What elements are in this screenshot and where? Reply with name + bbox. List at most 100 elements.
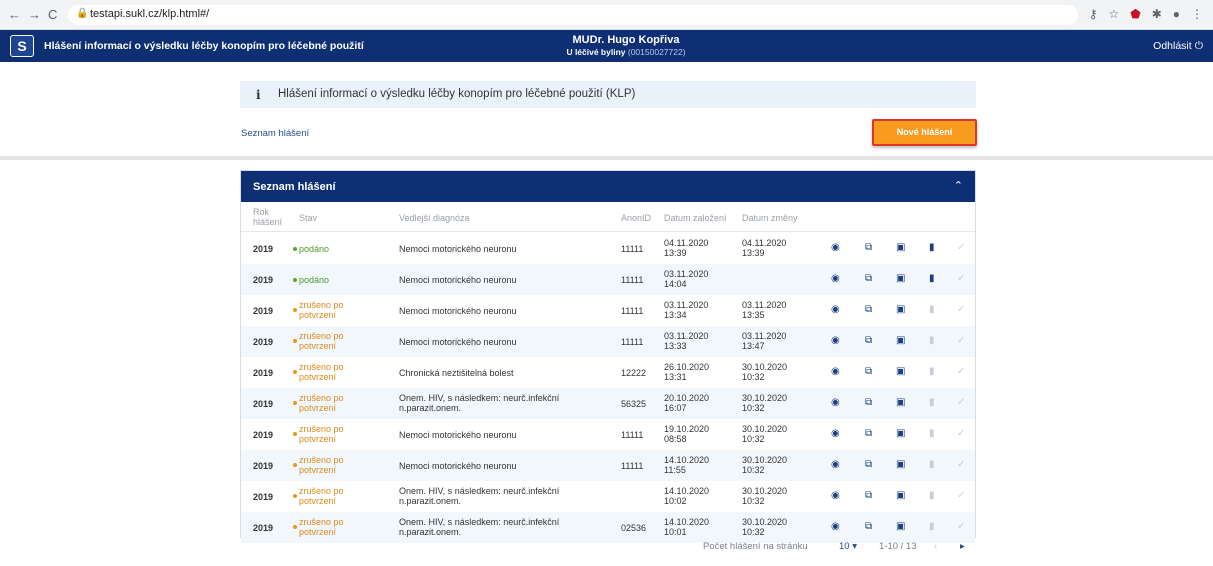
created-time: 16:07 bbox=[664, 403, 687, 413]
breadcrumb[interactable]: Seznam hlášení bbox=[241, 128, 309, 139]
copy-icon[interactable]: ⧉ bbox=[865, 335, 872, 347]
shield-extension-icon[interactable]: ⬟ bbox=[1130, 7, 1140, 21]
menu-icon[interactable]: ⋮ bbox=[1191, 7, 1203, 21]
cell-created: 14.10.2020 10:01 bbox=[664, 517, 734, 537]
column-header-anonid[interactable]: AnonID bbox=[621, 213, 651, 223]
eye-icon[interactable]: ◉ bbox=[831, 335, 840, 347]
save-icon[interactable]: ▣ bbox=[896, 335, 905, 347]
column-header-status[interactable]: Stav bbox=[299, 213, 317, 223]
created-time: 11:55 bbox=[664, 465, 686, 475]
status-dot-icon bbox=[293, 432, 297, 436]
cell-changed: 30.10.2020 10:32 bbox=[742, 486, 812, 506]
star-icon[interactable]: ☆ bbox=[1108, 7, 1119, 21]
status-dot-icon bbox=[293, 247, 297, 251]
table-row[interactable]: 2019 podáno Nemoci motorického neuronu 1111… bbox=[241, 233, 975, 264]
table-row[interactable]: 2019 zrušeno po potvrzení Nemoci motorickéh… bbox=[241, 326, 975, 357]
copy-icon[interactable]: ⧉ bbox=[865, 428, 872, 440]
cell-year: 2019 bbox=[253, 399, 274, 409]
save-icon[interactable]: ▣ bbox=[896, 242, 905, 254]
copy-icon[interactable]: ⧉ bbox=[865, 366, 872, 378]
cell-year: 2019 bbox=[253, 368, 274, 378]
eye-icon[interactable]: ◉ bbox=[831, 366, 840, 378]
table-row[interactable]: 2019 podáno Nemoci motorického neuronu 1111… bbox=[241, 264, 975, 295]
copy-icon[interactable]: ⧉ bbox=[865, 521, 872, 533]
table-row[interactable]: 2019 zrušeno po potvrzení Onem. HIV, s násl… bbox=[241, 481, 975, 512]
lock-icon: 🔒 bbox=[76, 8, 89, 19]
status-badge: zrušeno po potvrzení bbox=[293, 300, 383, 320]
status-line1: zrušeno po bbox=[299, 486, 344, 496]
column-header-created[interactable]: Datum založení bbox=[664, 213, 727, 223]
save-icon[interactable]: ▣ bbox=[896, 490, 905, 502]
copy-icon[interactable]: ⧉ bbox=[865, 490, 872, 502]
table-row[interactable]: 2019 zrušeno po potvrzení Nemoci motorickéh… bbox=[241, 450, 975, 481]
eye-icon[interactable]: ◉ bbox=[831, 242, 840, 254]
forward-arrow-icon[interactable]: → bbox=[28, 7, 41, 23]
save-icon[interactable]: ▣ bbox=[896, 273, 905, 285]
status-badge: zrušeno po potvrzení bbox=[293, 393, 383, 413]
cell-created: 26.10.2020 13:31 bbox=[664, 362, 734, 382]
created-time: 10:01 bbox=[664, 527, 687, 537]
copy-icon[interactable]: ⧉ bbox=[865, 242, 872, 254]
delete-icon: ▮ bbox=[929, 304, 935, 315]
key-icon[interactable]: ⚷ bbox=[1089, 7, 1098, 21]
prev-page-icon[interactable]: ‹ bbox=[934, 541, 937, 552]
eye-icon[interactable]: ◉ bbox=[831, 428, 840, 440]
cell-year: 2019 bbox=[253, 523, 274, 533]
delete-icon[interactable]: ▮ bbox=[929, 273, 935, 285]
url-text[interactable]: testapi.sukl.cz/klp.html#/ bbox=[90, 8, 209, 20]
table-row[interactable]: 2019 zrušeno po potvrzení Onem. HIV, s násl… bbox=[241, 512, 975, 543]
table-row[interactable]: 2019 zrušeno po potvrzení Chronická neztiši… bbox=[241, 357, 975, 388]
save-icon[interactable]: ▣ bbox=[896, 428, 905, 440]
caret-down-icon: ▾ bbox=[852, 541, 857, 552]
column-header-diagnosis[interactable]: Vedlejší diagnóza bbox=[399, 213, 470, 223]
profile-icon[interactable]: ● bbox=[1173, 7, 1180, 21]
save-icon[interactable]: ▣ bbox=[896, 366, 905, 378]
save-icon[interactable]: ▣ bbox=[896, 459, 905, 471]
changed-time: 10:32 bbox=[742, 527, 765, 537]
eye-icon[interactable]: ◉ bbox=[831, 521, 840, 533]
changed-time: 10:32 bbox=[742, 403, 765, 413]
table-row[interactable]: 2019 zrušeno po potvrzení Nemoci motorickéh… bbox=[241, 295, 975, 326]
per-page-select[interactable]: 10 ▾ bbox=[839, 541, 857, 552]
copy-icon[interactable]: ⧉ bbox=[865, 459, 872, 471]
status-line1: zrušeno po bbox=[299, 517, 344, 527]
column-header-changed[interactable]: Datum změny bbox=[742, 213, 798, 223]
reload-icon[interactable]: C bbox=[48, 7, 57, 23]
next-page-icon[interactable]: ▸ bbox=[960, 541, 965, 552]
copy-icon[interactable]: ⧉ bbox=[865, 397, 872, 409]
status-line2: potvrzení bbox=[299, 496, 337, 506]
save-icon[interactable]: ▣ bbox=[896, 397, 905, 409]
cell-anonid: 11111 bbox=[621, 244, 644, 254]
new-report-button[interactable]: Nové hlášení bbox=[872, 119, 977, 146]
eye-icon[interactable]: ◉ bbox=[831, 273, 840, 285]
table-row[interactable]: 2019 zrušeno po potvrzení Onem. HIV, s násl… bbox=[241, 388, 975, 419]
logout-button[interactable]: Odhlásit ⏻ bbox=[1153, 40, 1203, 53]
back-arrow-icon[interactable]: ← bbox=[8, 7, 21, 23]
cell-year: 2019 bbox=[253, 461, 274, 471]
save-icon[interactable]: ▣ bbox=[896, 304, 905, 316]
copy-icon[interactable]: ⧉ bbox=[865, 273, 872, 285]
copy-icon[interactable]: ⧉ bbox=[865, 304, 872, 316]
chevron-up-icon[interactable]: ⌃ bbox=[954, 179, 963, 192]
address-bar[interactable]: 🔒 testapi.sukl.cz/klp.html#/ bbox=[68, 5, 1078, 25]
panel-header[interactable]: Seznam hlášení ⌃ bbox=[241, 171, 975, 202]
sukl-logo[interactable]: S bbox=[10, 35, 34, 57]
column-header-year[interactable]: Rok hlášení bbox=[253, 207, 282, 227]
eye-icon[interactable]: ◉ bbox=[831, 304, 840, 316]
eye-icon[interactable]: ◉ bbox=[831, 490, 840, 502]
eye-icon[interactable]: ◉ bbox=[831, 459, 840, 471]
cell-year: 2019 bbox=[253, 306, 274, 316]
check-icon: ✓ bbox=[957, 304, 966, 315]
changed-time: 10:32 bbox=[742, 496, 765, 506]
check-icon: ✓ bbox=[957, 366, 966, 377]
delete-icon: ▮ bbox=[929, 521, 935, 532]
save-icon[interactable]: ▣ bbox=[896, 521, 905, 533]
created-date: 14.10.2020 bbox=[664, 455, 710, 465]
created-time: 13:31 bbox=[664, 372, 687, 382]
puzzle-extension-icon[interactable]: ✱ bbox=[1152, 7, 1162, 21]
delete-icon[interactable]: ▮ bbox=[929, 242, 935, 254]
status-badge: podáno bbox=[293, 275, 383, 285]
table-row[interactable]: 2019 zrušeno po potvrzení Nemoci motorickéh… bbox=[241, 419, 975, 450]
eye-icon[interactable]: ◉ bbox=[831, 397, 840, 409]
cell-diagnosis: Nemoci motorického neuronu bbox=[399, 337, 599, 347]
